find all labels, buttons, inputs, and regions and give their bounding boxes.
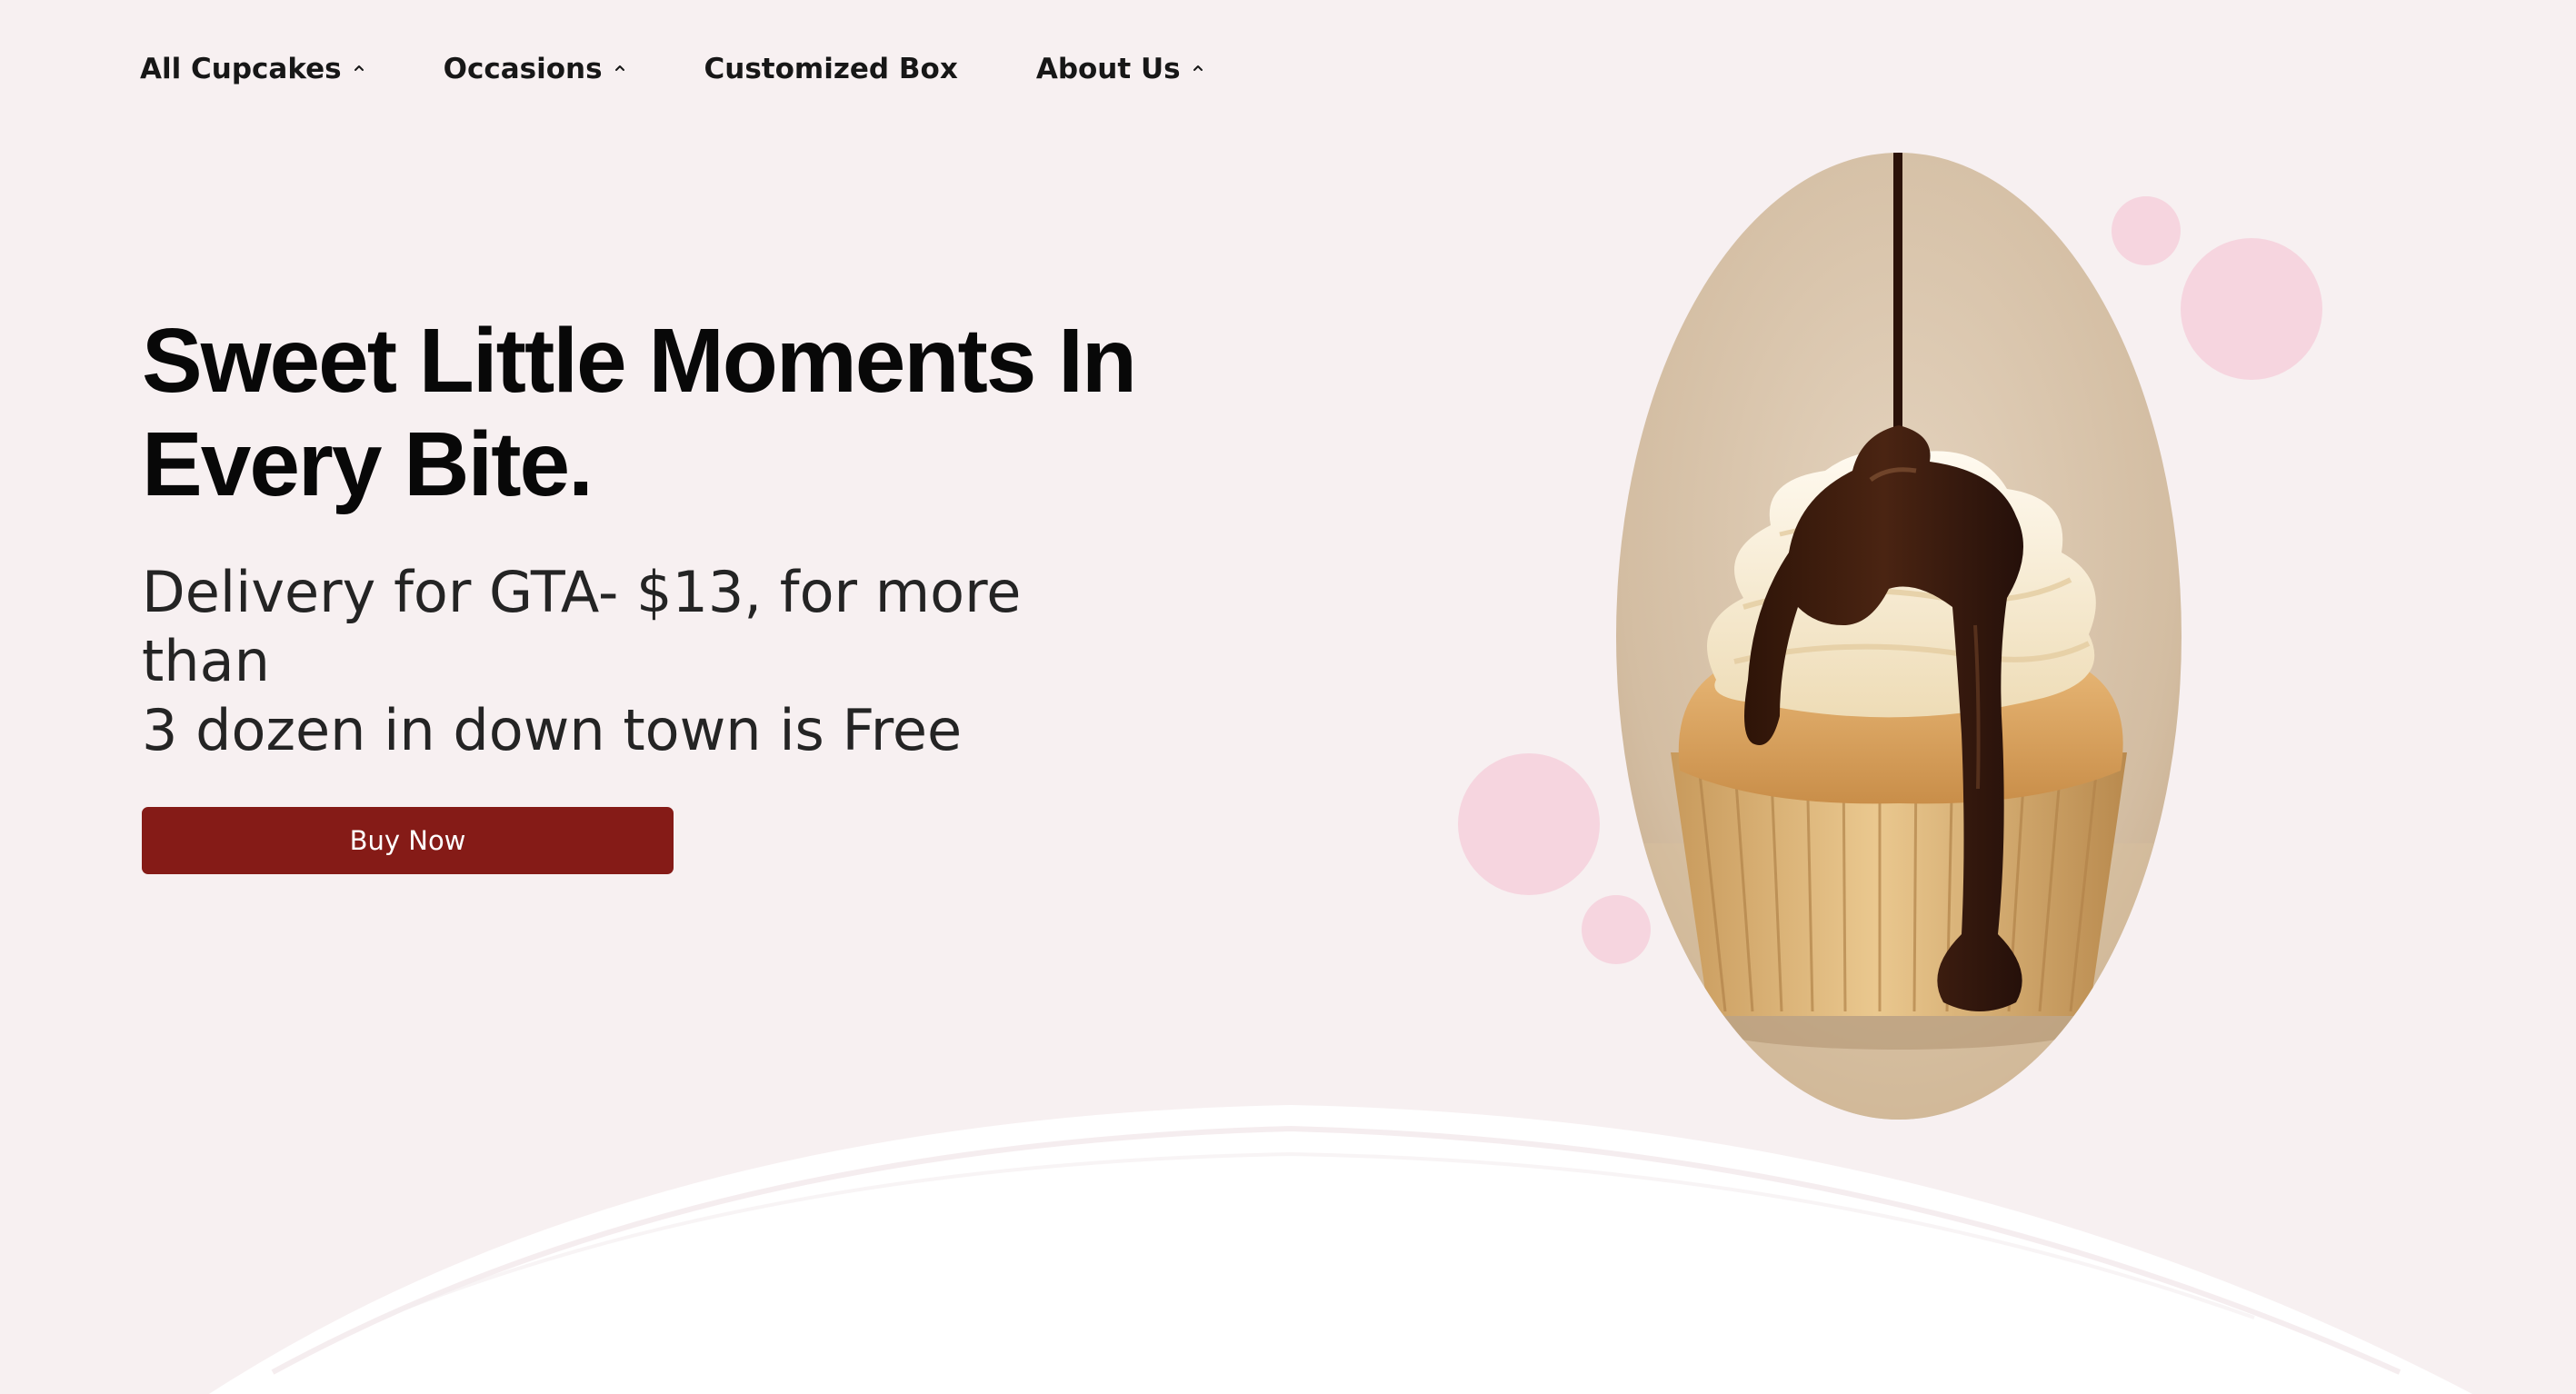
- nav-item-label: Customized Box: [704, 52, 958, 85]
- white-brush-wave: [209, 1105, 2472, 1394]
- decorative-bubble: [2181, 238, 2322, 380]
- chevron-up-icon: [354, 65, 364, 71]
- chevron-up-icon: [614, 65, 624, 71]
- nav-item-label: Occasions: [443, 52, 603, 85]
- nav-item-customized-box[interactable]: Customized Box: [704, 55, 958, 84]
- cupcake-image: [1616, 153, 2182, 1120]
- nav-item-about-us[interactable]: About Us: [1036, 55, 1204, 84]
- hero-image-area: [1445, 145, 2336, 1127]
- hero-subtitle-line: 3 dozen in down town is Free: [142, 697, 963, 763]
- nav-item-label: All Cupcakes: [140, 52, 342, 85]
- nav-item-all-cupcakes[interactable]: All Cupcakes: [140, 55, 365, 84]
- hero-subtitle-line: Delivery for GTA- $13, for more than: [142, 559, 1022, 694]
- decorative-bubble: [1458, 753, 1600, 895]
- nav-item-label: About Us: [1035, 52, 1181, 85]
- nav-item-occasions[interactable]: Occasions: [444, 55, 626, 84]
- main-nav: All Cupcakes Occasions Customized Box Ab…: [140, 51, 1204, 87]
- hero-title-line: Sweet Little Moments In: [142, 310, 1137, 412]
- hero-title: Sweet Little Moments In Every Bite.: [142, 309, 1187, 516]
- buy-now-button[interactable]: Buy Now: [142, 807, 674, 874]
- hero-title-line: Every Bite.: [142, 413, 594, 515]
- landing-page: All Cupcakes Occasions Customized Box Ab…: [0, 0, 2576, 1394]
- hero-subtitle: Delivery for GTA- $13, for more than 3 d…: [142, 558, 1160, 765]
- chevron-up-icon: [1193, 65, 1203, 71]
